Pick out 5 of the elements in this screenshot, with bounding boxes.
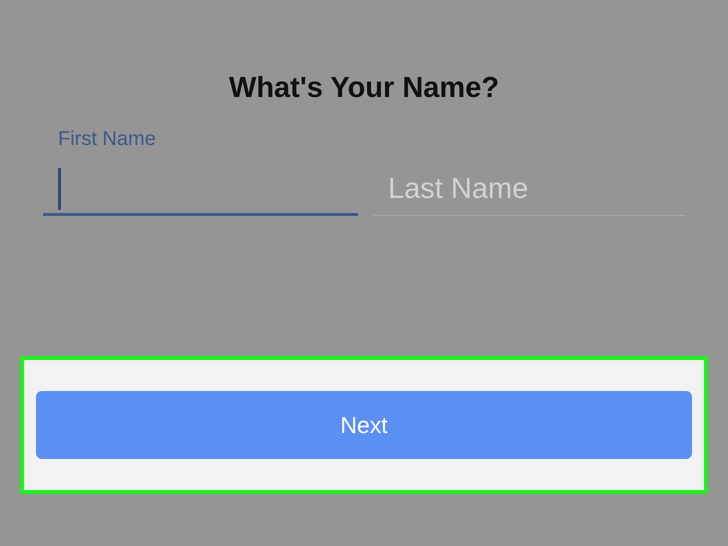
- screen-title: What's Your Name?: [228, 71, 500, 106]
- field-label: First Name: [58, 127, 157, 152]
- last-name-field[interactable]: Last Name: [373, 164, 685, 216]
- next-button[interactable]: Next: [36, 391, 692, 459]
- text-cursor: [58, 168, 61, 210]
